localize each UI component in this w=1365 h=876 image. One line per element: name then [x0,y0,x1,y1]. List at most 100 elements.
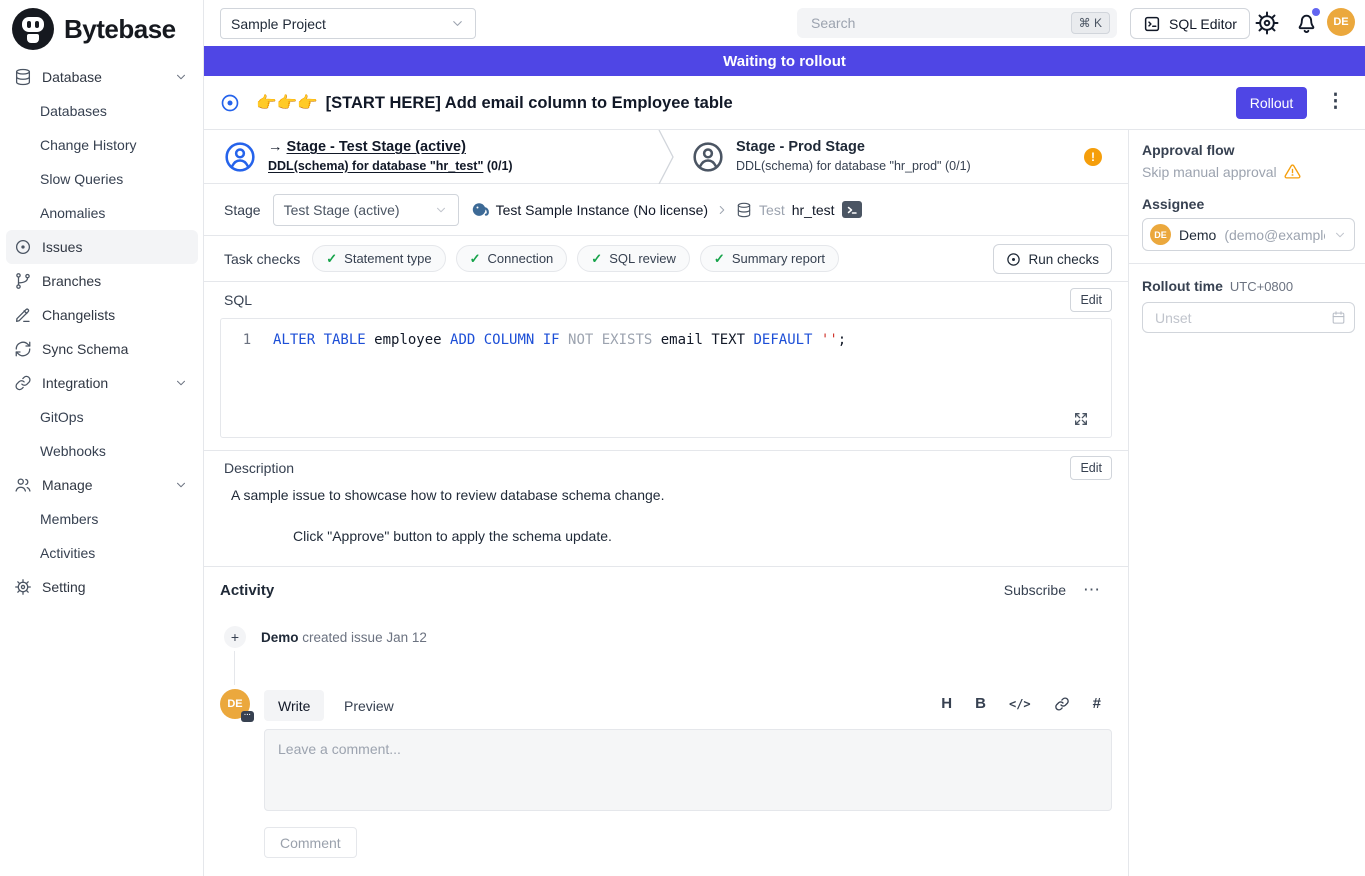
top-bar: Sample Project ⌘ K SQL Editor DE [204,0,1365,46]
sidebar-item-manage[interactable]: Manage [6,468,198,502]
users-icon [14,476,32,494]
gear-icon [14,578,32,596]
subscribe-button[interactable]: Subscribe [1004,582,1066,598]
sql-editor-button[interactable]: SQL Editor [1130,8,1250,39]
assignee-email: (demo@example [1224,227,1325,243]
check-pill-statement-type[interactable]: ✓Statement type [312,245,445,272]
sidebar-item-sync-schema[interactable]: Sync Schema [6,332,198,366]
comment-bubble-badge: ··· [241,711,254,722]
stage-arrow: → [268,139,283,155]
activity-section: Activity Subscribe ⋯ + Demo created issu… [204,566,1128,876]
sidebar-item-issues[interactable]: Issues [6,230,198,264]
stage-name: Stage - Prod Stage [736,138,971,158]
sql-section: SQL Edit 1 ALTER TABLE employee ADD COLU… [204,282,1128,450]
check-icon: ✓ [326,251,337,267]
stage-task: DDL(schema) for database "hr_test" [268,159,483,173]
project-select[interactable]: Sample Project [220,8,476,39]
refresh-icon [14,340,32,358]
pencil-icon [14,306,32,324]
code-icon[interactable]: </> [1009,697,1031,711]
chevron-down-icon [174,478,188,492]
sql-edit-button[interactable]: Edit [1070,288,1112,312]
event-actor: Demo [261,630,299,645]
chevron-down-icon [1333,228,1347,242]
task-checks-bar: Task checks ✓Statement type ✓Connection … [204,236,1128,282]
sidebar-item-branches[interactable]: Branches [6,264,198,298]
rollout-time-field [1142,302,1355,333]
rollout-time-header: Rollout time UTC+0800 [1142,278,1293,294]
stage-card-test[interactable]: → Stage - Test Stage (active) DDL(schema… [204,130,666,183]
database-icon [736,202,752,218]
tab-write[interactable]: Write [264,690,324,721]
pointing-emoji: 👉👉👉 [256,94,318,113]
sidebar-item-slow-queries[interactable]: Slow Queries [6,162,198,196]
stage-card-prod[interactable]: Stage - Prod Stage DDL(schema) for datab… [666,130,1128,183]
timezone-label: UTC+0800 [1230,279,1293,294]
check-icon: ✓ [470,251,481,267]
heading-icon[interactable]: H [941,695,952,712]
assignee-avatar: DE [1150,224,1171,245]
chevron-down-icon [174,376,188,390]
bytebase-logo[interactable]: Bytebase [0,0,203,50]
brand-name: Bytebase [64,14,176,45]
database-link[interactable]: hr_test [792,202,835,218]
sidebar-item-setting[interactable]: Setting [6,570,198,604]
stage-select[interactable]: Test Stage (active) [273,194,459,226]
sidebar-item-changelists[interactable]: Changelists [6,298,198,332]
check-pill-connection[interactable]: ✓Connection [456,245,568,272]
stage-bar: Stage Test Stage (active) Test Sample In… [204,184,1128,236]
stage-select-value: Test Stage (active) [284,202,400,218]
chevron-down-icon [434,203,448,217]
check-pill-sql-review[interactable]: ✓SQL review [577,245,690,272]
open-sql-editor-icon[interactable] [842,201,862,218]
sidebar-item-integration[interactable]: Integration [6,366,198,400]
sidebar-item-webhooks[interactable]: Webhooks [6,434,198,468]
terminal-icon [1143,15,1161,33]
hash-icon[interactable]: # [1093,695,1101,712]
rollout-time-input[interactable] [1142,302,1355,333]
sidebar-item-databases[interactable]: Databases [6,94,198,128]
sidebar-item-database[interactable]: Database [6,60,198,94]
sql-label: SQL [224,292,252,308]
bold-icon[interactable]: B [975,695,986,712]
approval-flow-label: Approval flow [1142,142,1235,158]
more-options-icon[interactable]: ⋯ [1083,580,1100,600]
stage-count: (0/1) [945,159,971,173]
rollout-time-label: Rollout time [1142,278,1223,294]
stage-count: (0/1) [487,159,513,173]
status-banner-text: Waiting to rollout [723,53,846,70]
search-input[interactable] [797,8,1117,38]
link-icon[interactable] [1054,696,1070,712]
main-content: → Stage - Test Stage (active) DDL(schema… [204,130,1128,876]
user-avatar[interactable]: DE [1327,8,1355,36]
run-checks-button[interactable]: Run checks [993,244,1112,274]
sidebar-item-gitops[interactable]: GitOps [6,400,198,434]
description-edit-button[interactable]: Edit [1070,456,1112,480]
tab-preview[interactable]: Preview [330,690,408,721]
sidebar-item-anomalies[interactable]: Anomalies [6,196,198,230]
issue-title: 👉👉👉 [START HERE] Add email column to Emp… [256,76,733,130]
notifications-bell-icon[interactable] [1294,10,1319,35]
kebab-menu-icon[interactable]: ⋮ [1326,90,1345,113]
instance-link[interactable]: Test Sample Instance (No license) [496,202,708,218]
sidebar-item-change-history[interactable]: Change History [6,128,198,162]
assignee-label: Assignee [1142,196,1204,212]
assignee-select[interactable]: DE Demo (demo@example [1142,218,1355,251]
sidebar-item-members[interactable]: Members [6,502,198,536]
comment-submit-button[interactable]: Comment [264,827,357,858]
rollout-button[interactable]: Rollout [1236,87,1307,119]
check-icon: ✓ [591,251,602,267]
git-branch-icon [14,272,32,290]
settings-gear-icon[interactable] [1254,10,1280,36]
sidebar-item-activities[interactable]: Activities [6,536,198,570]
circle-dot-icon [14,238,32,256]
comment-input[interactable] [264,729,1112,811]
sql-editor-box[interactable]: 1 ALTER TABLE employee ADD COLUMN IF NOT… [220,318,1112,438]
description-text: A sample issue to showcase how to review… [231,487,664,503]
expand-icon[interactable] [1073,411,1089,427]
check-pill-summary-report[interactable]: ✓Summary report [700,245,839,272]
chevron-down-icon [174,70,188,84]
chevron-down-icon [450,16,465,31]
event-text: created issue Jan 12 [302,630,427,645]
activity-event: Demo created issue Jan 12 [261,630,427,645]
